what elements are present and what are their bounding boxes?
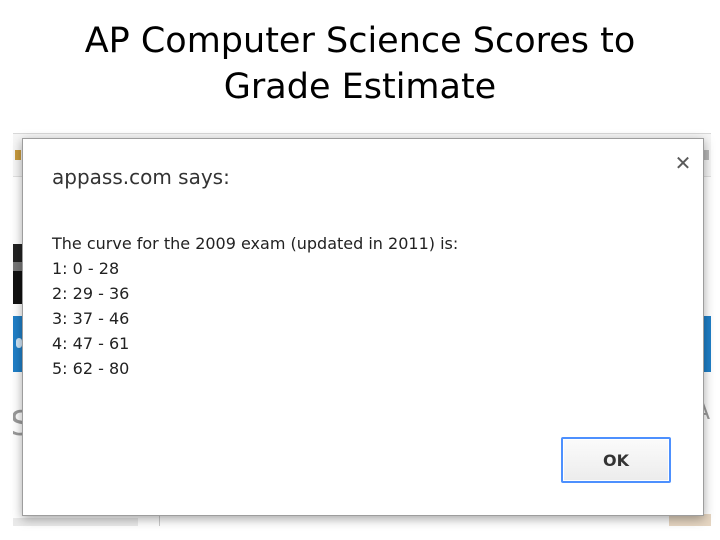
- message-line: 2: 29 - 36: [52, 284, 130, 303]
- slide-title-line-1: AP Computer Science Scores to: [84, 21, 636, 61]
- dialog-message: The curve for the 2009 exam (updated in …: [52, 231, 458, 381]
- background-footer-left: [13, 518, 138, 526]
- alert-dialog: appass.com says: ✕ The curve for the 200…: [22, 138, 704, 516]
- slide-title-line-2: Grade Estimate: [223, 67, 497, 107]
- dialog-title: appass.com says:: [52, 165, 230, 189]
- close-icon[interactable]: ✕: [673, 153, 693, 173]
- slide-title: AP Computer Science Scores to Grade Esti…: [0, 18, 720, 110]
- message-line: The curve for the 2009 exam (updated in …: [52, 234, 459, 253]
- message-line: 3: 37 - 46: [52, 309, 130, 328]
- message-line: 1: 0 - 28: [52, 259, 120, 278]
- toolbar-fragment-left: [15, 150, 21, 160]
- ok-button[interactable]: OK: [561, 437, 671, 483]
- message-line: 5: 62 - 80: [52, 359, 130, 378]
- message-line: 4: 47 - 61: [52, 334, 130, 353]
